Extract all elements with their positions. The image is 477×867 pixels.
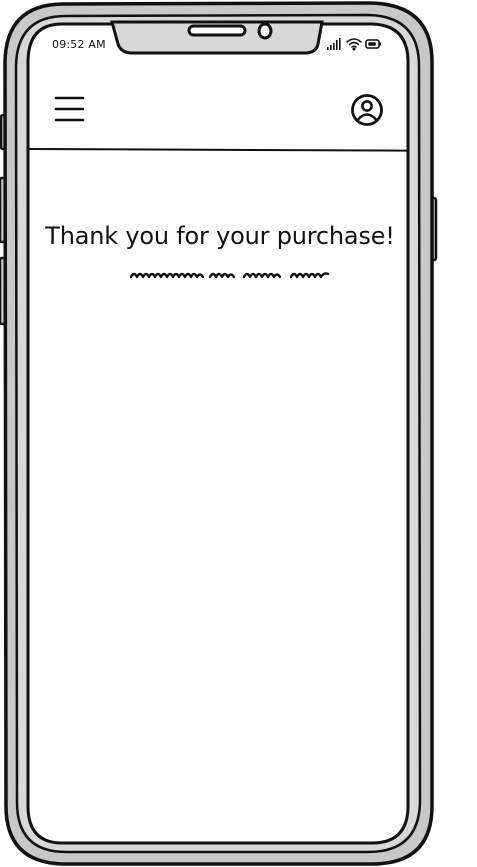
hamburger-menu-icon [54,96,85,122]
hamburger-menu-button[interactable] [52,92,88,126]
user-profile-button[interactable] [346,92,386,130]
user-profile-icon [351,94,383,126]
phone-frame [0,1,438,866]
phone-mockup: 09:52 AM Thank you for your purchase! [0,0,477,867]
placeholder-scribble-text [129,272,330,279]
status-icons [327,38,382,51]
confirmation-title: Thank you for your purchase! [45,222,395,250]
front-camera [257,22,273,40]
phone-screen [26,22,410,845]
speaker-grille [187,24,247,37]
wifi-icon [346,38,362,51]
status-time: 09:52 AM [52,38,106,51]
signal-bars-icon [327,38,341,50]
battery-icon [365,39,382,49]
